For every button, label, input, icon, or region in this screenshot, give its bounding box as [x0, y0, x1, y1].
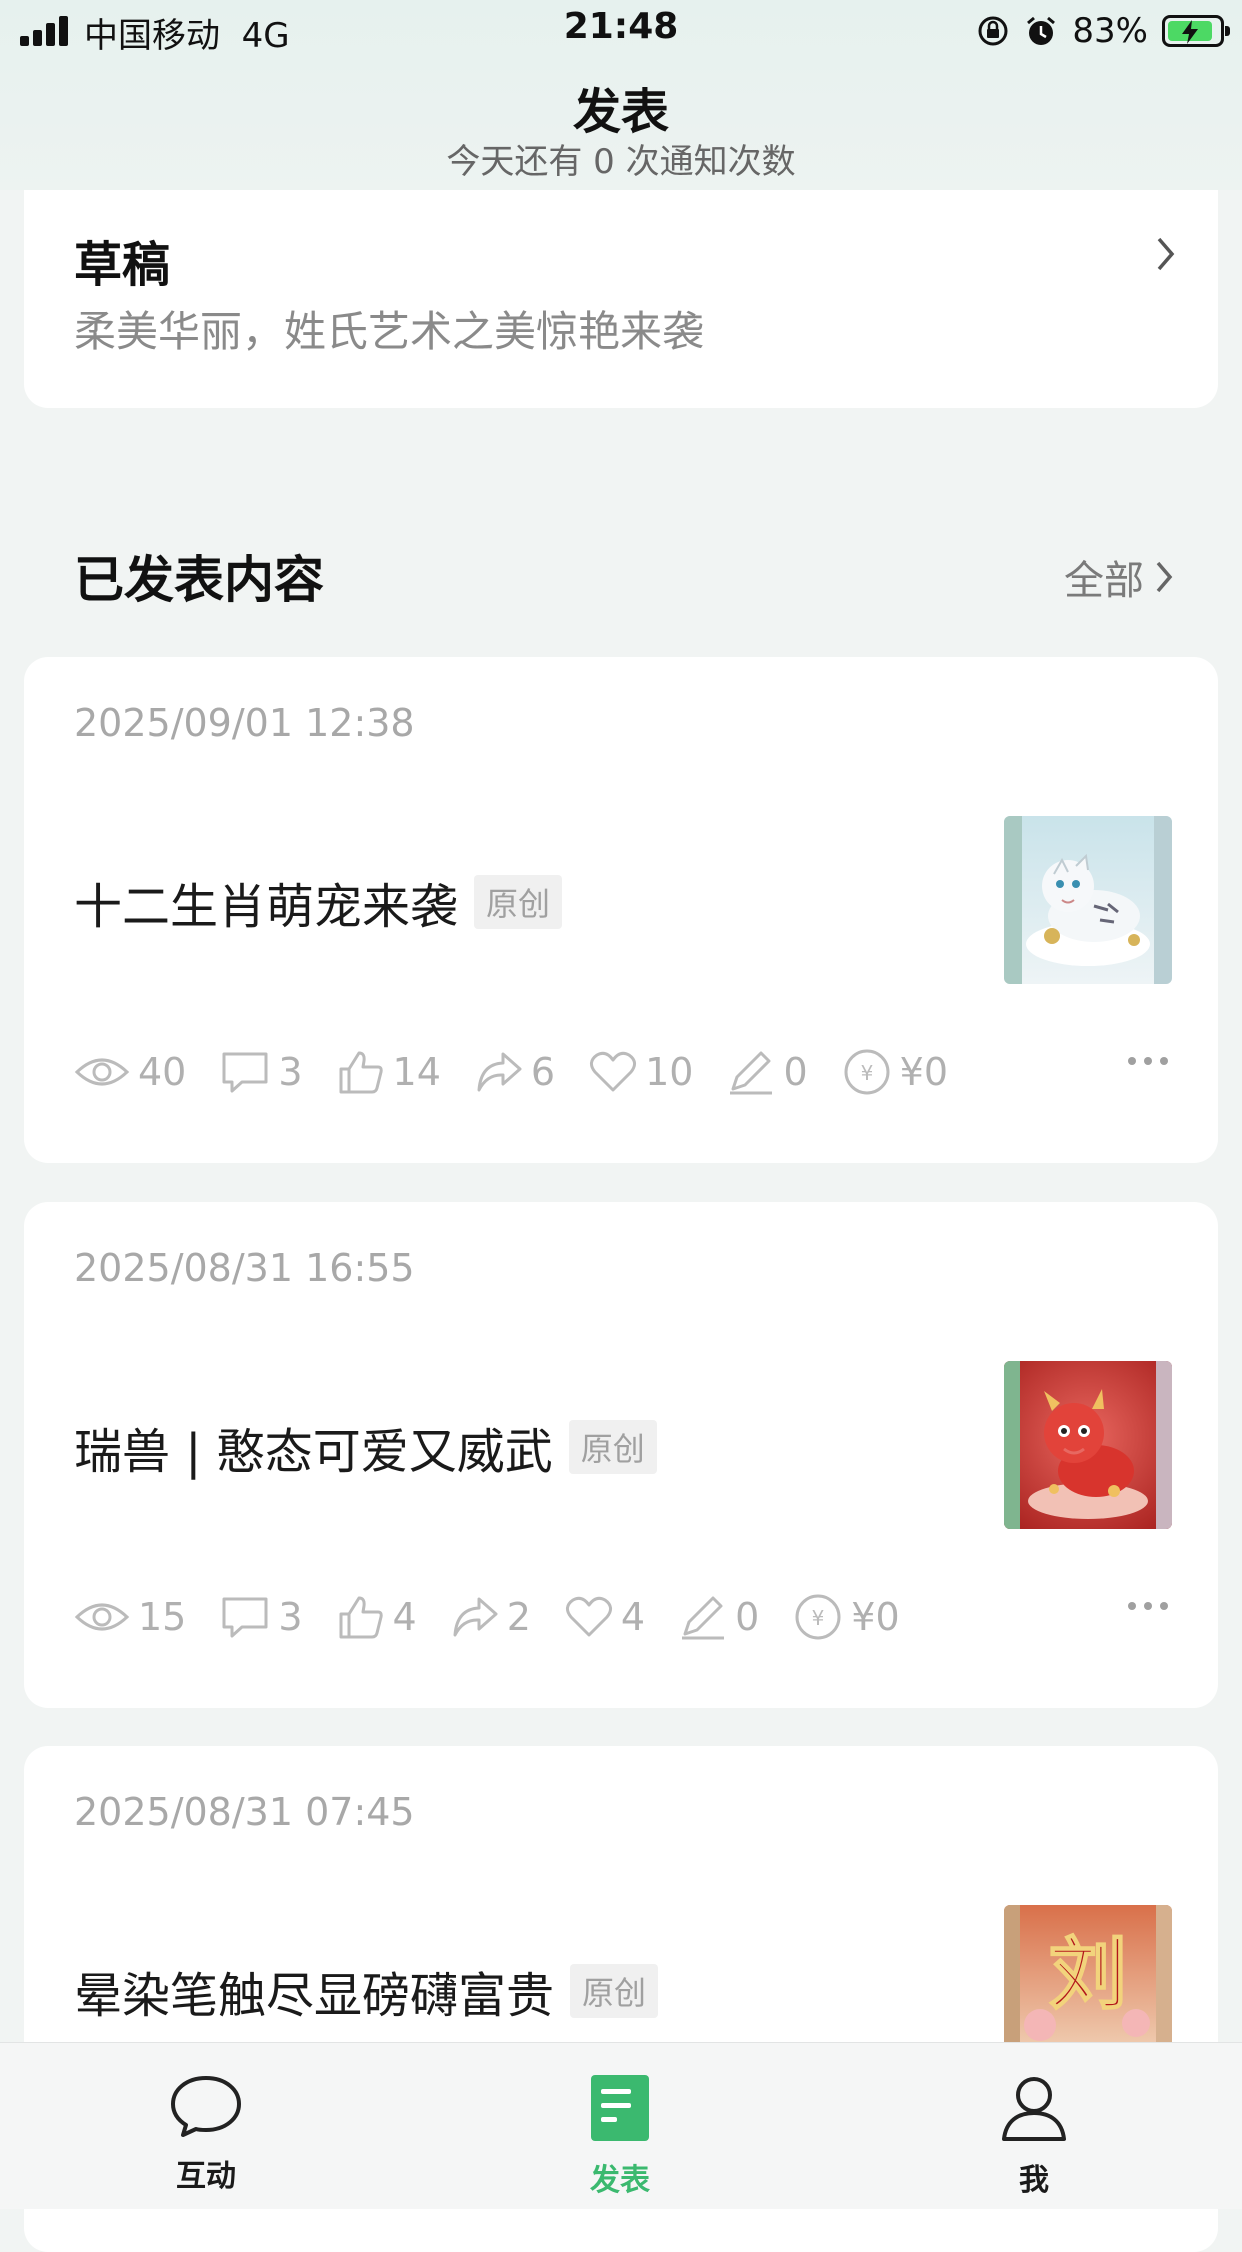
document-icon	[591, 2075, 649, 2141]
heart-icon	[590, 1051, 637, 1092]
page-title: 发表	[572, 84, 669, 140]
share-icon	[453, 1597, 498, 1637]
heart-icon	[565, 1596, 612, 1637]
original-badge: 原创	[568, 1420, 657, 1474]
post-stats: 40 3 14 6 10 0 ¥ ¥0	[74, 1047, 982, 1097]
post-date: 2025/08/31 07:45	[74, 1790, 415, 1834]
battery-icon	[1162, 15, 1230, 47]
yuan-coin-icon: ¥	[844, 1049, 890, 1095]
svg-text:¥: ¥	[860, 1061, 873, 1085]
tab-publish[interactable]: 发表	[520, 2073, 720, 2199]
pen-icon	[730, 1051, 773, 1095]
eye-icon	[74, 1058, 130, 1086]
views-stat: 40	[74, 1050, 186, 1094]
eye-icon	[74, 1603, 130, 1631]
alarm-icon	[1027, 16, 1056, 45]
original-badge: 原创	[474, 875, 563, 929]
post-date: 2025/09/01 12:38	[74, 701, 415, 745]
draft-title: 草稿	[74, 237, 171, 293]
notification-count-subtitle: 今天还有 0 次通知次数	[446, 142, 796, 182]
orientation-lock-icon	[978, 16, 1008, 46]
comments-stat: 3	[220, 1050, 303, 1094]
shares-stat: 2	[451, 1595, 531, 1639]
edits-stat: 0	[679, 1594, 759, 1640]
post-title: 瑞兽 | 憨态可爱又威武	[74, 1424, 553, 1480]
comments-stat: 3	[220, 1595, 303, 1639]
bottom-tab-bar: 互动 发表 我	[0, 2042, 1242, 2209]
tab-interaction[interactable]: 互动	[106, 2073, 306, 2195]
pen-icon	[682, 1596, 725, 1640]
views-stat: 15	[74, 1595, 186, 1639]
liu-character-text: 刘	[1049, 1929, 1127, 2020]
reward-stat: ¥ ¥0	[842, 1047, 948, 1097]
person-icon	[1002, 2077, 1066, 2141]
battery-percent: 83%	[1072, 11, 1148, 51]
more-options-button[interactable]	[1128, 1602, 1168, 1610]
post-thumbnail[interactable]	[1004, 1361, 1172, 1529]
svg-text:¥: ¥	[812, 1606, 825, 1630]
comment-icon	[222, 1597, 268, 1638]
view-all-label: 全部	[1064, 558, 1144, 604]
post-thumbnail[interactable]	[1004, 816, 1172, 984]
post-card[interactable]: 2025/08/31 16:55 瑞兽 | 憨态可爱又威武 原创 15 3 4 …	[24, 1202, 1218, 1708]
thumbs-up-icon	[339, 1051, 383, 1094]
post-card[interactable]: 2025/09/01 12:38 十二生肖萌宠来袭 原创 40 3 14 6 1…	[24, 657, 1218, 1163]
more-options-button[interactable]	[1128, 1057, 1168, 1065]
shares-stat: 6	[475, 1050, 555, 1094]
comment-icon	[222, 1052, 268, 1093]
edits-stat: 0	[727, 1049, 808, 1095]
post-stats: 15 3 4 2 4 0 ¥ ¥0	[74, 1592, 934, 1642]
chevron-right-icon	[1157, 237, 1175, 271]
chevron-right-icon	[1156, 561, 1173, 593]
published-section-title: 已发表内容	[74, 551, 324, 609]
post-title: 十二生肖萌宠来袭	[74, 879, 459, 935]
share-icon	[477, 1052, 522, 1092]
original-badge: 原创	[570, 1964, 659, 2018]
view-all-button[interactable]: 全部	[1064, 548, 1174, 606]
reward-stat: ¥ ¥0	[793, 1592, 900, 1642]
likes-stat: 14	[337, 1049, 441, 1095]
tab-me[interactable]: 我	[934, 2073, 1134, 2199]
thumbs-up-icon	[339, 1596, 383, 1639]
post-title: 晕染笔触尽显磅礴富贵	[74, 1968, 555, 2024]
status-bar: 中国移动 4G 21:48 83%	[0, 0, 1242, 62]
favorites-stat: 4	[565, 1595, 645, 1639]
chat-bubble-icon	[171, 2076, 241, 2137]
likes-stat: 4	[337, 1594, 417, 1640]
post-date: 2025/08/31 16:55	[74, 1246, 415, 1290]
favorites-stat: 10	[589, 1050, 693, 1094]
draft-description: 柔美华丽，姓氏艺术之美惊艳来袭	[74, 307, 705, 356]
yuan-coin-icon: ¥	[795, 1594, 841, 1640]
